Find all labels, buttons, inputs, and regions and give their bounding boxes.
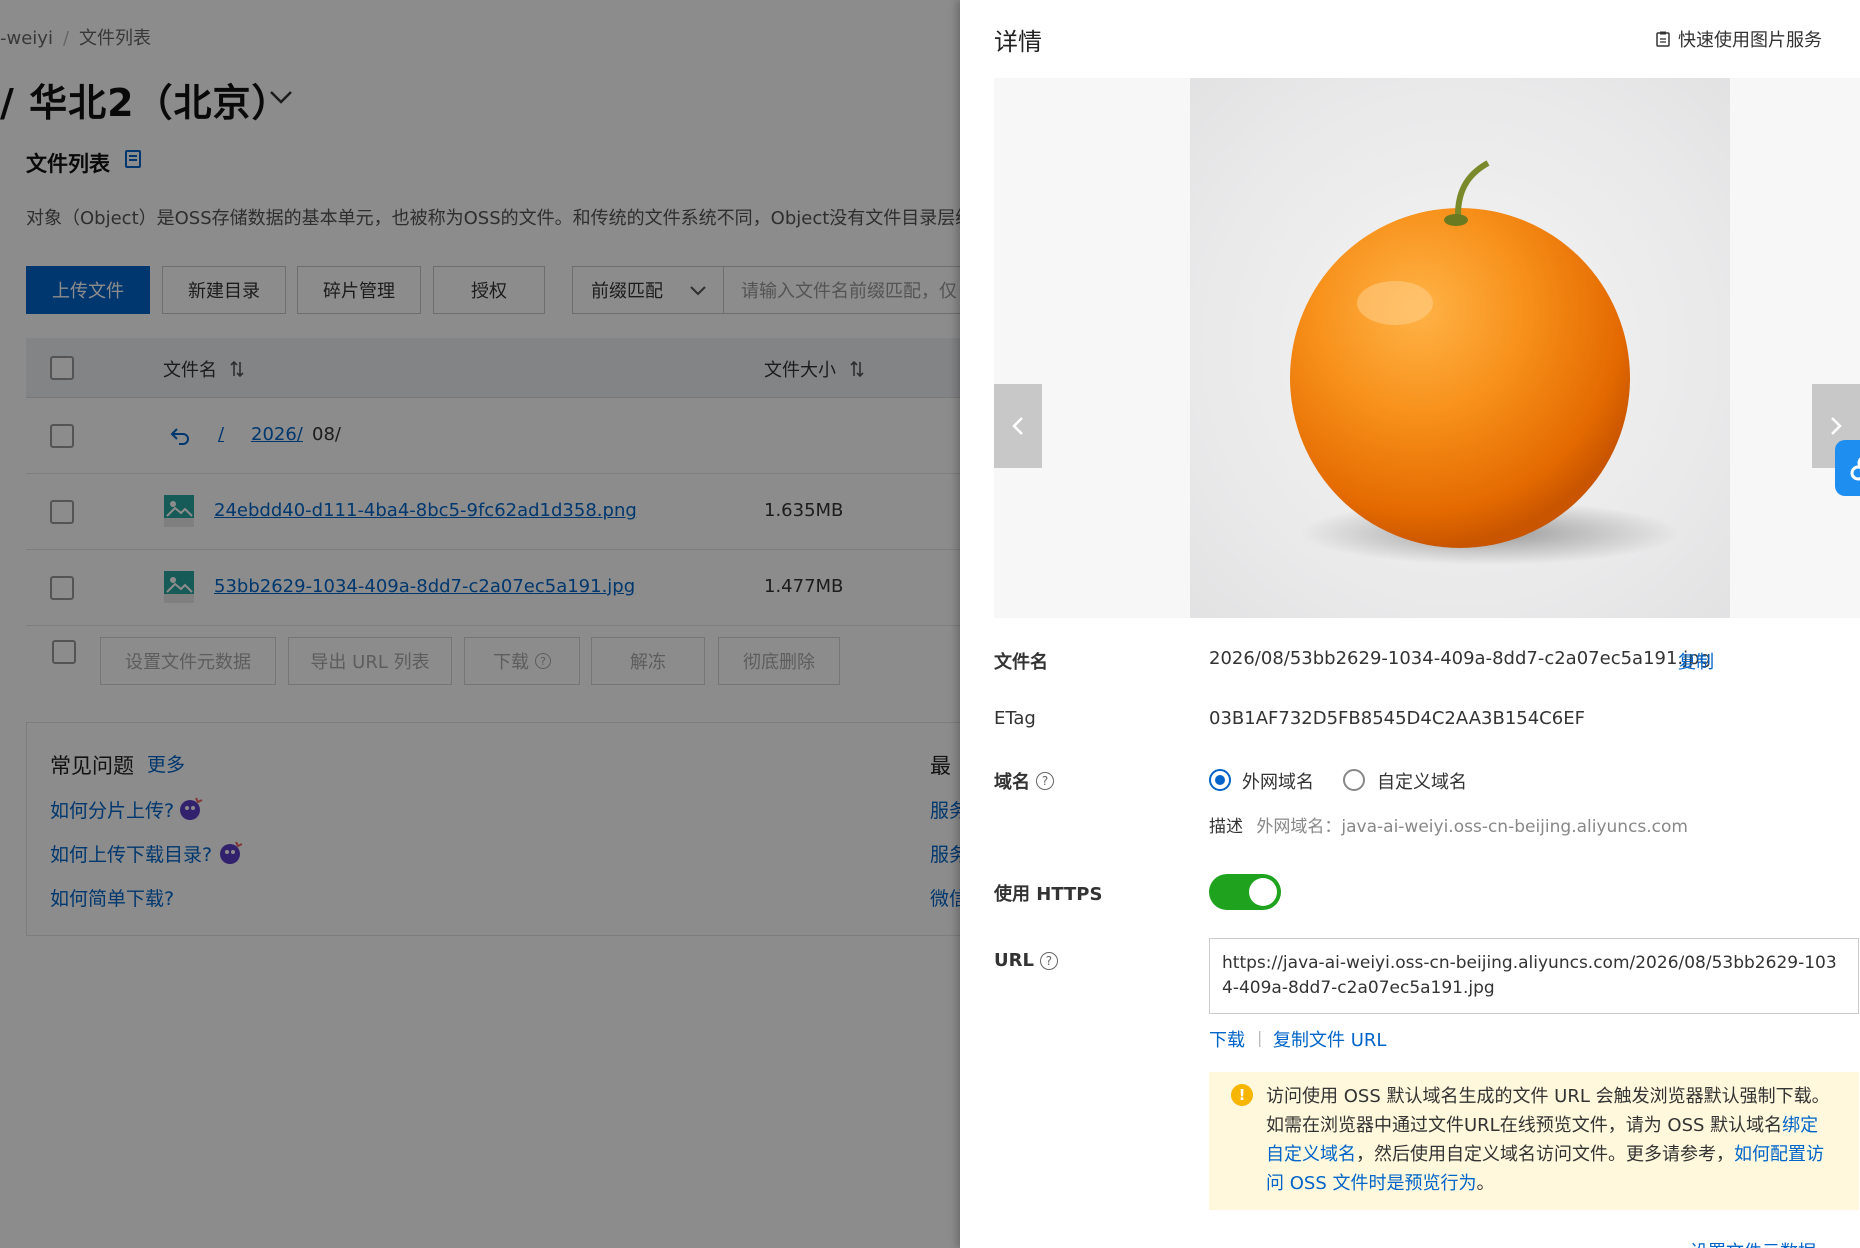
notice-line1: 访问使用 OSS 默认域名生成的文件 URL 会触发浏览器默认强制下载。 [1266,1086,1830,1107]
assistant-icon [1850,457,1860,481]
copy-url-link[interactable]: 复制文件 URL [1273,1026,1386,1052]
action-divider: | [1257,1028,1263,1047]
domain-description: 描述 外网域名：java-ai-weiyi.oss-cn-beijing.ali… [1209,812,1688,837]
help-icon[interactable]: ? [1039,951,1058,970]
image-preview [994,78,1860,618]
url-textarea[interactable]: https://java-ai-weiyi.oss-cn-beijing.ali… [1209,938,1859,1014]
clipboard-icon [1656,31,1670,47]
help-icon[interactable]: ? [1036,772,1054,790]
set-metadata-link[interactable]: 设置文件元数据 [1690,1238,1816,1248]
filename-label: 文件名 [994,652,1048,673]
preview-notice: ! 访问使用 OSS 默认域名生成的文件 URL 会触发浏览器默认强制下载。 如… [1209,1072,1859,1210]
notice-text-end: 。 [1476,1173,1495,1194]
domain-label: 域名 [994,772,1030,793]
chevron-left-icon [1012,417,1023,435]
public-domain-label: 外网域名 [1242,772,1314,793]
custom-domain-radio[interactable] [1343,769,1365,791]
chevron-right-icon [1831,417,1842,435]
domain-description-label: 描述 [1209,817,1243,837]
domain-description-value: 外网域名：java-ai-weiyi.oss-cn-beijing.aliyun… [1256,817,1688,837]
download-link[interactable]: 下载 [1209,1026,1245,1052]
prev-image-button[interactable] [994,384,1042,468]
url-label: URL [994,950,1034,971]
notice-text-a: 如需在浏览器中通过文件URL在线预览文件，请为 OSS 默认域名 [1266,1115,1783,1136]
drawer-title: 详情 [994,28,1042,56]
filename-value: 2026/08/53bb2629-1034-409a-8dd7-c2a07ec5… [1209,648,1712,669]
warning-icon: ! [1231,1084,1253,1106]
quick-image-service-link[interactable]: 快速使用图片服务 [1656,26,1822,52]
https-label: 使用 HTTPS [994,884,1103,905]
preview-image [1190,78,1730,618]
notice-text-b: ，然后使用自定义域名访问文件。更多请参考， [1356,1144,1734,1165]
assistant-float-button[interactable] [1835,440,1860,496]
domain-label-group: 域名 ? [994,768,1054,794]
public-domain-radio[interactable] [1209,769,1231,791]
etag-value: 03B1AF732D5FB8545D4C2AA3B154C6EF [1209,708,1585,729]
etag-label: ETag [994,708,1036,729]
quick-image-service-label: 快速使用图片服务 [1678,30,1822,51]
url-label-group: URL ? [994,950,1058,971]
orange-image [1290,160,1680,565]
modal-overlay[interactable] [0,0,960,1248]
https-toggle[interactable] [1209,874,1281,910]
copy-filename-link[interactable]: 复制 [1678,648,1714,674]
detail-drawer: 详情 快速使用图片服务 文件名 2026/08/53bb2629-1034-40… [960,0,1860,1248]
custom-domain-label: 自定义域名 [1377,772,1467,793]
